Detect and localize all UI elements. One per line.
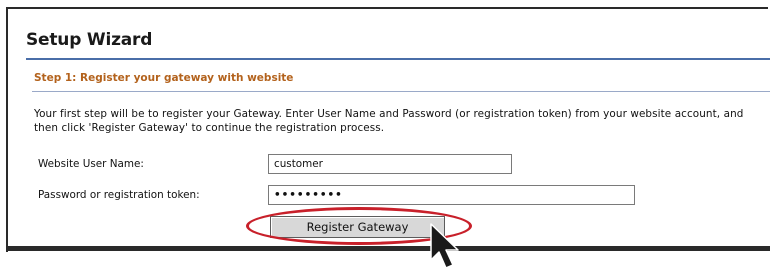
username-label: Website User Name:	[38, 158, 144, 170]
mouse-pointer-icon	[430, 223, 459, 269]
page-title: Setup Wizard	[26, 30, 153, 50]
password-input[interactable]	[268, 185, 635, 205]
password-label: Password or registration token:	[38, 189, 200, 201]
register-gateway-button[interactable]: Register Gateway	[270, 216, 445, 238]
panel-bottom-border	[6, 246, 770, 251]
title-divider	[26, 58, 770, 60]
step-divider	[32, 91, 770, 92]
username-input[interactable]	[268, 154, 512, 174]
step-description: Your first step will be to register your…	[34, 108, 744, 134]
step-heading: Step 1: Register your gateway with websi…	[34, 72, 294, 84]
